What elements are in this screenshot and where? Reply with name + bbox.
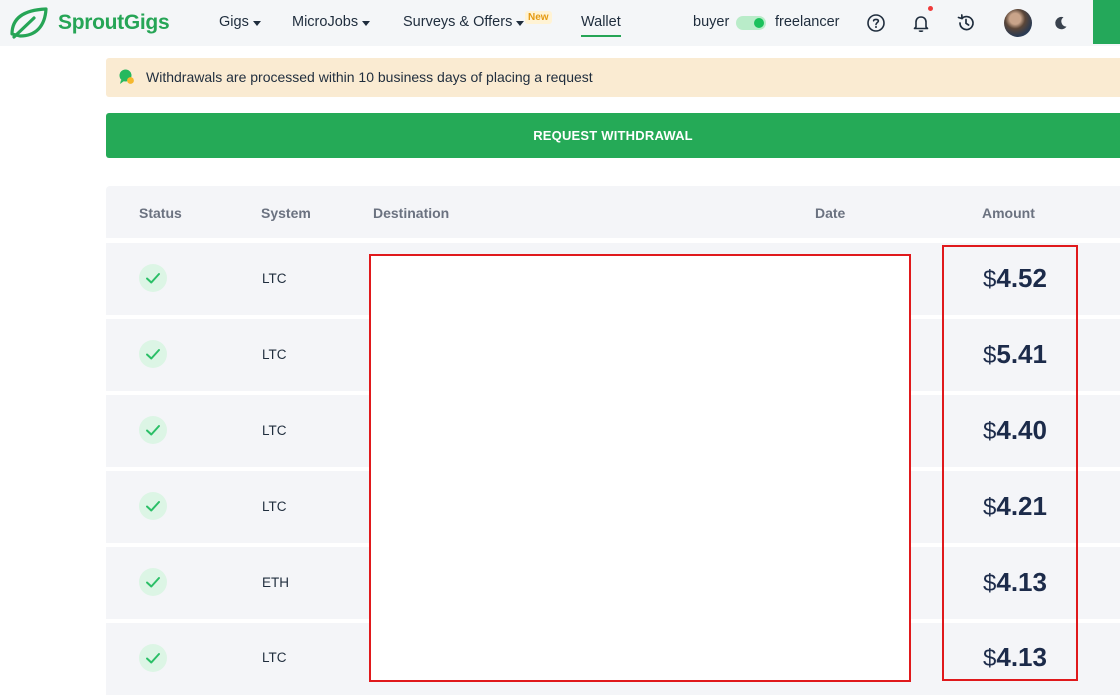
active-tab-indicator [581, 35, 621, 37]
system-cell: LTC [262, 499, 287, 514]
header-destination: Destination [373, 205, 450, 221]
notice-text: Withdrawals are processed within 10 busi… [146, 69, 593, 85]
mode-buyer-label[interactable]: buyer [693, 14, 729, 30]
sproutgigs-logo[interactable]: SproutGigs [8, 6, 170, 40]
mode-toggle[interactable] [736, 16, 766, 30]
header-status: Status [139, 205, 182, 221]
toggle-knob [754, 18, 764, 28]
request-withdrawal-button[interactable]: REQUEST WITHDRAWAL [106, 113, 1120, 158]
header-amount: Amount [982, 205, 1035, 221]
check-icon [139, 644, 167, 672]
system-cell: LTC [262, 271, 287, 286]
help-icon[interactable] [865, 12, 887, 34]
caret-down-icon [516, 20, 525, 26]
nav-wallet-label: Wallet [581, 14, 621, 30]
table-header: Status System Destination Date Amount [106, 186, 1120, 238]
nav-surveys-offers[interactable]: Surveys & Offers [403, 14, 525, 30]
brand-name: SproutGigs [58, 11, 170, 34]
check-icon [139, 340, 167, 368]
caret-down-icon [252, 20, 261, 26]
user-avatar[interactable] [1004, 9, 1032, 37]
header-system: System [261, 205, 311, 221]
mode-freelancer-label[interactable]: freelancer [775, 14, 839, 30]
top-navigation-bar: SproutGigs Gigs MicroJobs Surveys & Offe… [0, 0, 1120, 46]
leaf-logo-icon [10, 7, 48, 39]
nav-gigs[interactable]: Gigs [219, 14, 261, 30]
caret-down-icon [362, 20, 371, 26]
nav-microjobs[interactable]: MicroJobs [292, 14, 371, 30]
withdrawal-notice: Withdrawals are processed within 10 busi… [106, 58, 1120, 97]
redacted-destination-area [369, 254, 911, 682]
system-cell: LTC [262, 650, 287, 665]
new-badge: New [525, 11, 552, 24]
check-icon [139, 264, 167, 292]
history-icon[interactable] [955, 12, 977, 34]
chat-bubble-icon [119, 69, 134, 84]
header-action-button[interactable] [1093, 0, 1120, 44]
moon-icon[interactable] [1050, 12, 1072, 34]
nav-microjobs-label: MicroJobs [292, 14, 359, 30]
notification-dot [928, 6, 933, 11]
nav-wallet[interactable]: Wallet [581, 14, 621, 30]
system-cell: LTC [262, 423, 287, 438]
header-date: Date [815, 205, 846, 221]
system-cell: LTC [262, 347, 287, 362]
amount-highlight-box [942, 245, 1078, 681]
system-cell: ETH [262, 575, 289, 590]
bell-icon[interactable] [910, 12, 932, 34]
nav-surveys-label: Surveys & Offers [403, 14, 513, 30]
nav-gigs-label: Gigs [219, 14, 249, 30]
check-icon [139, 568, 167, 596]
check-icon [139, 416, 167, 444]
check-icon [139, 492, 167, 520]
